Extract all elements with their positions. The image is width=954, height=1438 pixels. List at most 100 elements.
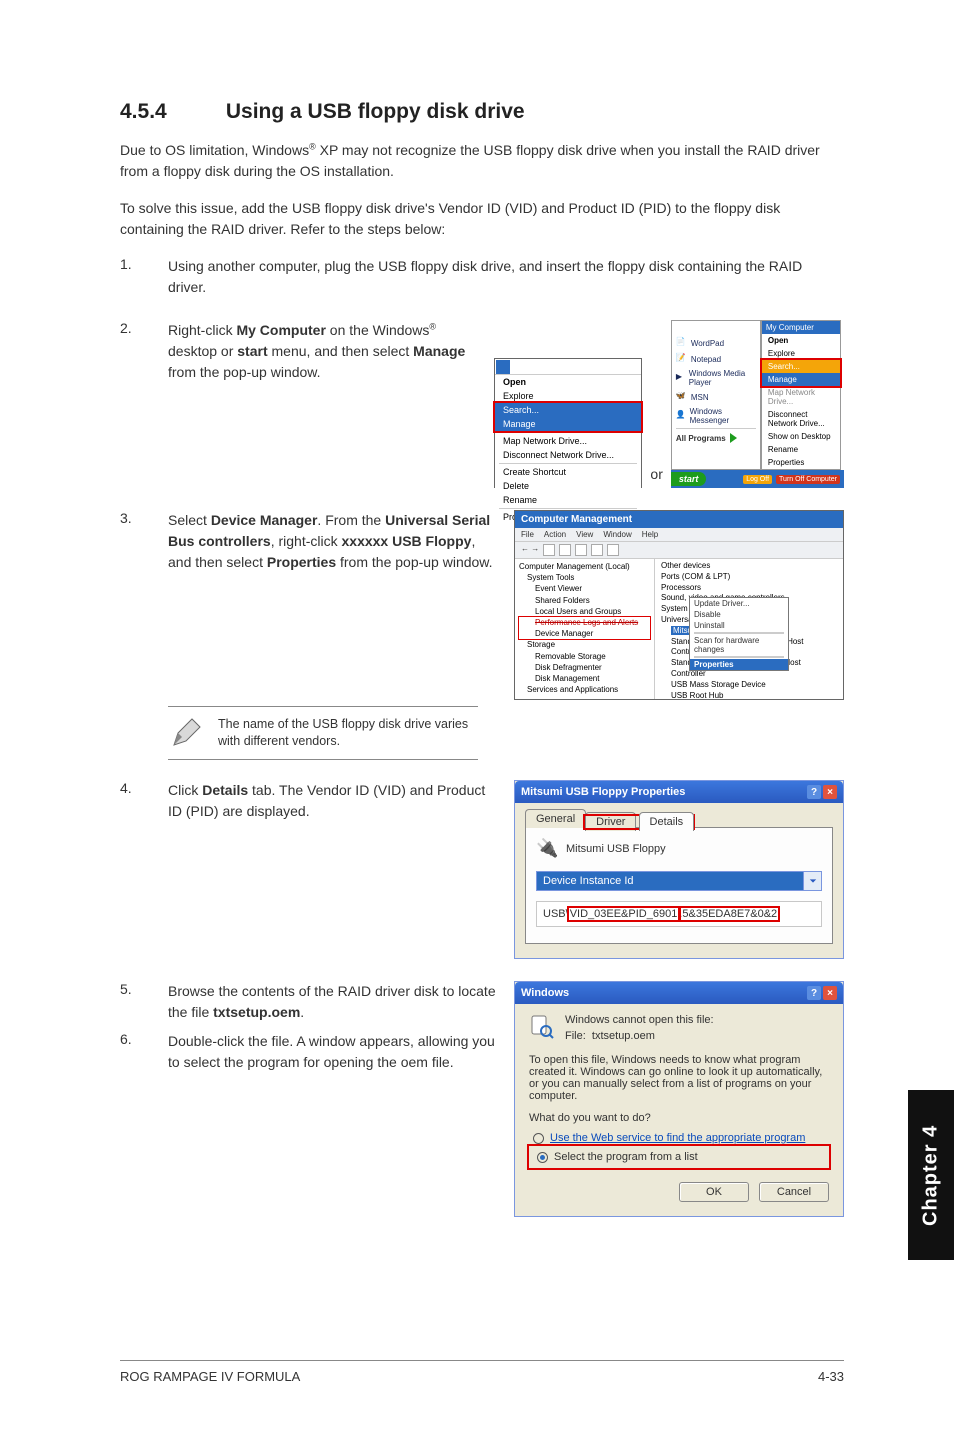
ctx-update-driver[interactable]: Update Driver... <box>690 598 788 609</box>
tree-system-tools[interactable]: System Tools <box>519 572 650 583</box>
msn-icon: 🦋 <box>676 391 688 403</box>
tree-disk-mgmt[interactable]: Disk Management <box>519 673 650 684</box>
menu-rename[interactable]: Rename <box>762 443 840 456</box>
start-all-programs[interactable]: All Programs <box>672 430 760 446</box>
text: , right-click <box>271 533 342 549</box>
toolbar-button[interactable] <box>575 544 587 556</box>
menu-create-shortcut[interactable]: Create Shortcut <box>495 465 641 479</box>
label: MSN <box>691 393 709 402</box>
close-button[interactable]: × <box>823 986 837 1000</box>
combo-device-instance[interactable]: Device Instance Id <box>536 871 822 891</box>
step-text: Using another computer, plug the USB flo… <box>168 256 844 298</box>
help-button[interactable]: ? <box>807 785 821 799</box>
radio-select-from-list[interactable]: Select the program from a list <box>533 1149 825 1165</box>
menu-open[interactable]: Open <box>495 375 641 389</box>
start-item-wordpad[interactable]: 📄WordPad <box>672 335 760 351</box>
start-button[interactable]: start <box>671 472 707 486</box>
cancel-button[interactable]: Cancel <box>759 1182 829 1202</box>
menu-view[interactable]: View <box>576 530 593 539</box>
menu-delete[interactable]: Delete <box>495 479 641 493</box>
toolbar-button[interactable] <box>559 544 571 556</box>
start-item-wmp[interactable]: ▶Windows Media Player <box>672 367 760 389</box>
device-name: Mitsumi USB Floppy <box>566 843 666 855</box>
separator <box>499 508 637 509</box>
menu-action[interactable]: Action <box>544 530 566 539</box>
toolbar-button[interactable] <box>591 544 603 556</box>
toolbar-button[interactable] <box>607 544 619 556</box>
menu-file[interactable]: File <box>521 530 534 539</box>
help-button[interactable]: ? <box>807 986 821 1000</box>
step-text: Click Details tab. The Vendor ID (VID) a… <box>168 780 514 822</box>
context-menu-mycomputer: Open Explore Search... Manage Map Networ… <box>494 358 642 488</box>
tree-storage[interactable]: Storage <box>519 639 650 650</box>
menu-manage[interactable]: Manage <box>495 417 641 431</box>
toolbar: ← → <box>515 542 843 559</box>
menu-help[interactable]: Help <box>642 530 658 539</box>
menu-window[interactable]: Window <box>603 530 631 539</box>
file-name: txtsetup.oem <box>592 1030 655 1042</box>
menu-properties[interactable]: Properties <box>762 456 840 469</box>
open-with-dialog: Windows ? × <box>514 981 844 1217</box>
step-number: 6. <box>120 1031 168 1073</box>
menu-search[interactable]: Search... <box>762 360 840 373</box>
ctx-uninstall[interactable]: Uninstall <box>690 620 788 631</box>
step4-figure: Mitsumi USB Floppy Properties ? × Genera… <box>514 780 844 959</box>
step-text: Browse the contents of the RAID driver d… <box>168 981 514 1023</box>
step-number: 5. <box>120 981 168 1023</box>
menu-search[interactable]: Search... <box>495 403 641 417</box>
menu-rename[interactable]: Rename <box>495 493 641 507</box>
tree-event-viewer[interactable]: Event Viewer <box>519 583 650 594</box>
ctx-disable[interactable]: Disable <box>690 609 788 620</box>
turnoff-button[interactable]: Turn Off Computer <box>776 475 840 484</box>
start-item-msn[interactable]: 🦋MSN <box>672 389 760 405</box>
window-title: Computer Management <box>515 511 843 528</box>
logoff-button[interactable]: Log Off <box>743 475 772 484</box>
tab-general[interactable]: General <box>525 809 586 828</box>
tree-removable-storage[interactable]: Removable Storage <box>519 651 650 662</box>
tree-shared-folders[interactable]: Shared Folders <box>519 595 650 606</box>
intro-paragraph-1: Due to OS limitation, Windows® XP may no… <box>120 140 844 182</box>
ctx-scan-hardware[interactable]: Scan for hardware changes <box>690 635 788 655</box>
start-item-notepad[interactable]: 📝Notepad <box>672 351 760 367</box>
menu-show-on-desktop[interactable]: Show on Desktop <box>762 430 840 443</box>
menu-map-drive[interactable]: Map Network Drive... <box>762 386 840 408</box>
tree-perf-logs[interactable]: Performance Logs and Alerts <box>519 617 650 628</box>
file-label: File: <box>565 1030 586 1042</box>
chapter-side-tab: Chapter 4 <box>908 1090 954 1260</box>
dev-mass-storage[interactable]: USB Mass Storage Device <box>661 680 837 691</box>
text: Due to OS limitation, Windows <box>120 142 309 158</box>
text-bold: Manage <box>413 343 465 359</box>
ctx-properties[interactable]: Properties <box>690 659 788 670</box>
menu-manage[interactable]: Manage <box>762 373 840 386</box>
tabs-row: General Driver Details <box>525 809 833 828</box>
tree-root[interactable]: Computer Management (Local) <box>519 561 650 572</box>
menu-disconnect-drive[interactable]: Disconnect Network Drive... <box>495 448 641 462</box>
radio-web-service[interactable]: Use the Web service to find the appropri… <box>529 1130 829 1146</box>
toolbar-button[interactable] <box>543 544 555 556</box>
tree-device-manager[interactable]: Device Manager <box>519 628 650 639</box>
menu-disconnect-drive[interactable]: Disconnect Network Drive... <box>762 408 840 430</box>
messenger-icon: 👤 <box>676 410 687 422</box>
tree-services[interactable]: Services and Applications <box>519 684 650 695</box>
dev-other[interactable]: Other devices <box>661 561 837 572</box>
tab-driver[interactable]: Driver <box>585 812 636 831</box>
dev-processors[interactable]: Processors <box>661 583 837 594</box>
menu-open[interactable]: Open <box>762 334 840 347</box>
menu-map-drive[interactable]: Map Network Drive... <box>495 434 641 448</box>
start-mycomputer-header[interactable]: My Computer <box>762 321 840 334</box>
dev-root-hub[interactable]: USB Root Hub <box>661 691 837 699</box>
dev-ports[interactable]: Ports (COM & LPT) <box>661 572 837 583</box>
properties-dialog: Mitsumi USB Floppy Properties ? × Genera… <box>514 780 844 959</box>
start-item-messenger[interactable]: 👤Windows Messenger <box>672 405 760 427</box>
menu-explore[interactable]: Explore <box>495 389 641 403</box>
close-button[interactable]: × <box>823 785 837 799</box>
tree-local-users[interactable]: Local Users and Groups <box>519 606 650 617</box>
tab-details[interactable]: Details <box>639 812 695 831</box>
open-with-message: To open this file, Windows needs to know… <box>529 1054 829 1102</box>
dropdown-button[interactable] <box>804 871 822 891</box>
tree-disk-defrag[interactable]: Disk Defragmenter <box>519 662 650 673</box>
separator <box>676 428 756 429</box>
cannot-open-text: Windows cannot open this file: <box>565 1014 714 1026</box>
menu-explore[interactable]: Explore <box>762 347 840 360</box>
ok-button[interactable]: OK <box>679 1182 749 1202</box>
